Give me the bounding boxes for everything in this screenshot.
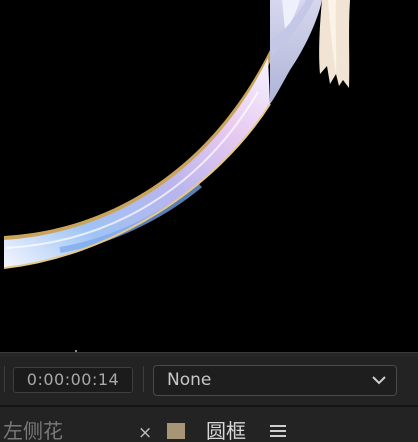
composition-artwork — [3, 0, 350, 352]
tab-inactive[interactable]: 左侧花 — [3, 419, 63, 442]
app-window: 0:00:00:14 None 左侧花 × 圆框 — [0, 0, 418, 442]
composition-viewer[interactable] — [0, 0, 418, 353]
resolution-dropdown[interactable]: None — [153, 365, 397, 396]
dropdown-selected-value: None — [167, 370, 212, 390]
viewer-controls-bar: 0:00:00:14 None — [0, 357, 418, 401]
tab-color-swatch — [167, 423, 185, 439]
toolbar-divider — [143, 366, 144, 392]
chevron-down-icon — [372, 376, 386, 385]
ring-band — [4, 58, 270, 268]
current-time-display[interactable]: 0:00:00:14 — [13, 367, 133, 393]
hamburger-menu-icon[interactable] — [270, 425, 286, 439]
toolbar-divider — [4, 366, 5, 392]
panel-tab-strip: 左侧花 × 圆框 — [0, 405, 418, 442]
tab-active[interactable]: 圆框 — [206, 419, 246, 442]
tab-close-icon[interactable]: × — [138, 423, 152, 442]
